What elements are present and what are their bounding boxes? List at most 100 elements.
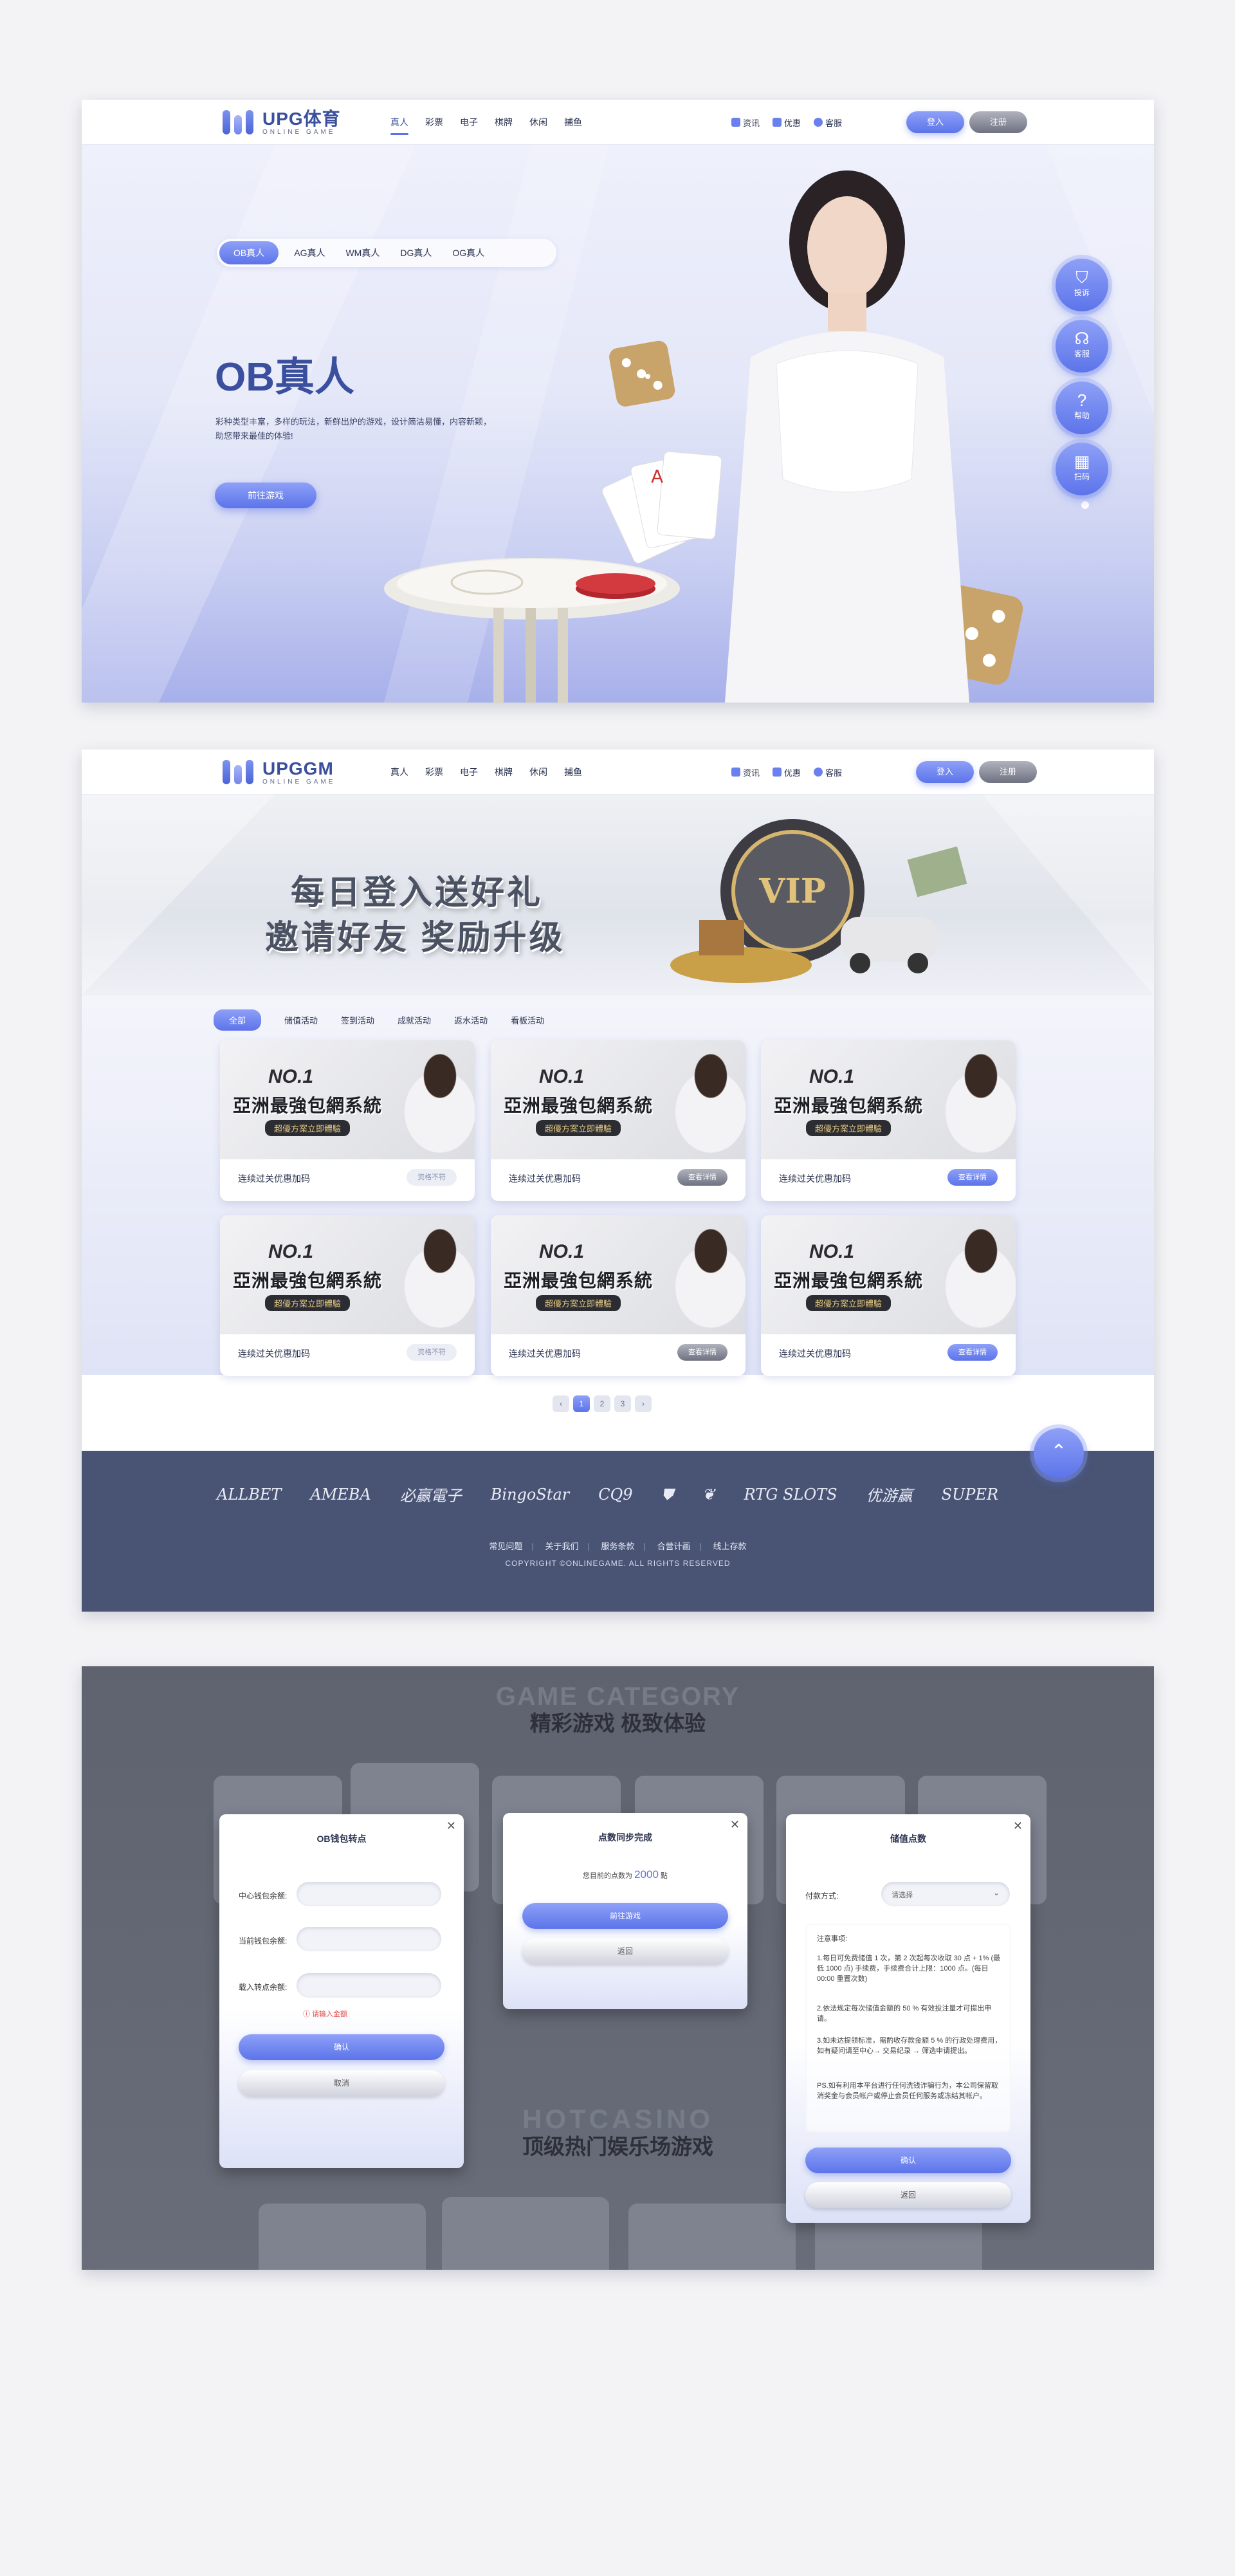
nav-fishing[interactable]: 捕鱼	[564, 116, 582, 129]
register-button[interactable]: 注册	[979, 761, 1037, 783]
page-button[interactable]: 2	[594, 1395, 610, 1412]
nav-casual[interactable]: 休闲	[529, 116, 547, 129]
nav-slots[interactable]: 电子	[460, 766, 478, 778]
tab-wm-live[interactable]: WM真人	[345, 246, 380, 259]
tab-ag-live[interactable]: AG真人	[294, 246, 325, 259]
news-link[interactable]: 资讯	[731, 116, 760, 129]
promo-card[interactable]: NO.1 亞洲最強包網系統 超優方案立即體驗 连续过关优惠加码 资格不符	[220, 1215, 475, 1376]
login-button[interactable]: 登入	[916, 761, 974, 783]
amount-error-text: 请输入金额	[312, 2010, 348, 2018]
filter-checkin[interactable]: 签到活动	[341, 1014, 374, 1026]
promo-card-caption: 连续过关优惠加码	[238, 1348, 310, 1359]
promo-card[interactable]: NO.1 亞洲最強包網系統 超優方案立即體驗 连续过关优惠加码 查看详情	[761, 1040, 1016, 1201]
filter-rebate[interactable]: 返水活动	[454, 1014, 488, 1026]
back-button[interactable]: 返回	[522, 1938, 728, 1964]
promo-card-image: NO.1 亞洲最強包網系統 超優方案立即體驗	[220, 1040, 475, 1159]
promo-card-button[interactable]: 资格不符	[407, 1344, 457, 1361]
nav-chess[interactable]: 棋牌	[495, 766, 513, 778]
complaint-button[interactable]: ⛉ 投诉	[1056, 259, 1108, 311]
promo-card-button[interactable]: 查看详情	[947, 1169, 998, 1186]
tab-dg-live[interactable]: DG真人	[400, 246, 432, 259]
register-button[interactable]: 注册	[969, 111, 1027, 133]
cancel-button[interactable]: 返回	[805, 2182, 1011, 2208]
center-balance-field[interactable]	[297, 1882, 441, 1906]
payment-method-select[interactable]: 请选择 ⌄	[881, 1882, 1010, 1906]
promo-card[interactable]: NO.1 亞洲最強包網系統 超優方案立即體驗 连续过关优惠加码 资格不符	[220, 1040, 475, 1201]
filter-achievement[interactable]: 成就活动	[398, 1014, 431, 1026]
login-button[interactable]: 登入	[906, 111, 964, 133]
footer-link-deposit[interactable]: 线上存款	[713, 1541, 747, 1551]
chat-icon	[814, 118, 823, 127]
card-tagline: 超優方案立即體驗	[265, 1295, 351, 1311]
logo-title: UPGGM	[262, 758, 334, 778]
promo-card-button[interactable]: 查看详情	[677, 1169, 727, 1186]
tab-og-live[interactable]: OG真人	[452, 246, 484, 259]
filter-all[interactable]: 全部	[214, 1009, 262, 1031]
promo-card-button[interactable]: 查看详情	[677, 1344, 727, 1361]
transfer-amount-label: 载入转点余额:	[239, 1983, 288, 1992]
partner-logos: ALLBET AMEBA 必赢電子 BingoStar CQ9 ⛊ ❦ RTG …	[217, 1483, 1027, 1505]
promo-link[interactable]: 优惠	[773, 116, 801, 129]
copyright: COPYRIGHT ©ONLINEGAME. ALL RIGHTS RESERV…	[505, 1559, 731, 1568]
footer-link-terms[interactable]: 服务条款	[601, 1541, 634, 1551]
promo-card-button[interactable]: 资格不符	[407, 1169, 457, 1186]
card-headline: 亞洲最強包網系統	[504, 1096, 654, 1116]
deposit-modal: ✕ 储值点数 付款方式: 请选择 ⌄ 注意事项: 1.每日可免费储值 1 次，第…	[786, 1814, 1030, 2223]
current-balance-field[interactable]	[297, 1927, 441, 1951]
nav-chess[interactable]: 棋牌	[495, 116, 513, 129]
close-icon[interactable]: ✕	[1013, 1819, 1023, 1833]
support-side-button[interactable]: ☊ 客服	[1056, 320, 1108, 373]
promo-card-image: NO.1 亞洲最強包網系統 超優方案立即體驗	[761, 1040, 1016, 1159]
promo-card[interactable]: NO.1 亞洲最強包網系統 超優方案立即體驗 连续过关优惠加码 查看详情	[491, 1215, 746, 1376]
play-now-button[interactable]: 前往游戏	[215, 483, 316, 508]
tab-ob-live[interactable]: OB真人	[219, 241, 279, 264]
filter-deposit[interactable]: 储值活动	[284, 1014, 318, 1026]
note-item: PS.如有利用本平台进行任何洗钱诈骗行为，本公司保留取消奖金与会员帐户或停止会员…	[817, 2082, 998, 2100]
nav-casual[interactable]: 休闲	[529, 766, 547, 778]
news-link[interactable]: 资讯	[731, 766, 760, 778]
logo-title: UPG体育	[262, 108, 341, 129]
help-button[interactable]: ? 帮助	[1056, 382, 1108, 434]
promo-card[interactable]: NO.1 亞洲最強包網系統 超優方案立即體驗 连续过关优惠加码 查看详情	[491, 1040, 746, 1201]
nav-slots[interactable]: 电子	[460, 116, 478, 129]
nav-live[interactable]: 真人	[390, 116, 408, 135]
footer-link-partner[interactable]: 合营计画	[657, 1541, 691, 1551]
brand-logo-emblem: ⛊	[661, 1485, 673, 1504]
promo-link[interactable]: 优惠	[773, 766, 801, 778]
points-message: 您目前的点数为 2000 點	[503, 1868, 747, 1881]
close-icon[interactable]: ✕	[446, 1819, 456, 1833]
promo-card[interactable]: NO.1 亞洲最強包網系統 超優方案立即體驗 连续过关优惠加码 查看详情	[761, 1215, 1016, 1376]
back-to-top-button[interactable]: ⌃	[1034, 1428, 1084, 1478]
footer-link-about[interactable]: 关于我们	[545, 1541, 578, 1551]
footer-link-faq[interactable]: 常见问题	[489, 1541, 522, 1551]
promo-card-button[interactable]: 查看详情	[947, 1344, 998, 1361]
promo-model-image	[919, 1040, 1016, 1159]
brand-logo: 必赢電子	[399, 1487, 462, 1505]
support-link[interactable]: 客服	[814, 766, 842, 778]
filter-board[interactable]: 看板活动	[511, 1014, 544, 1026]
close-icon[interactable]: ✕	[730, 1818, 740, 1832]
logo[interactable]: UPGGM ONLINE GAME	[220, 757, 335, 787]
banner-subheadline: 邀请好友 奖励升级	[265, 919, 565, 957]
brand-logo: BingoStar	[490, 1485, 570, 1504]
support-link[interactable]: 客服	[814, 116, 842, 129]
nav-lottery[interactable]: 彩票	[425, 116, 443, 129]
logo-subtitle: ONLINE GAME	[262, 778, 336, 786]
confirm-button[interactable]: 确认	[805, 2148, 1011, 2173]
card-rank: NO.1	[268, 1241, 314, 1262]
page-button[interactable]: 1	[573, 1395, 590, 1412]
confirm-button[interactable]: 确认	[239, 2034, 444, 2060]
page-button[interactable]: 3	[614, 1395, 631, 1412]
nav-lottery[interactable]: 彩票	[425, 766, 443, 778]
nav-fishing[interactable]: 捕鱼	[564, 766, 582, 778]
cancel-button[interactable]: 取消	[239, 2070, 444, 2096]
page-next-button[interactable]: ›	[635, 1395, 652, 1412]
nav-live[interactable]: 真人	[390, 766, 408, 778]
logo[interactable]: UPG体育 ONLINE GAME	[220, 107, 341, 137]
wallet-transfer-modal: ✕ OB钱包转点 中心钱包余额: 当前钱包余额: 载入转点余额: ⓘ 请输入金额…	[219, 1814, 464, 2168]
go-to-game-button[interactable]: 前往游戏	[522, 1903, 728, 1929]
points-suffix: 點	[660, 1872, 668, 1880]
page-prev-button[interactable]: ‹	[553, 1395, 569, 1412]
transfer-amount-input[interactable]	[297, 1973, 441, 1998]
qr-button[interactable]: ▦ 扫码	[1056, 443, 1108, 495]
